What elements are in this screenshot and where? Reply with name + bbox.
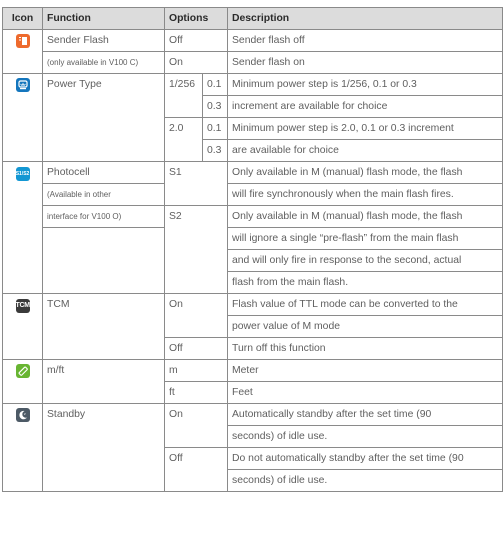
option-cell: 1/256 — [164, 73, 203, 118]
description-cell: flash from the main flash. — [227, 271, 503, 294]
header-function: Function — [42, 7, 165, 30]
tcm-icon: TCM — [15, 299, 31, 313]
option-cell: m — [164, 359, 228, 382]
table-row: (Available in other will fire synchronou… — [3, 183, 503, 206]
function-empty — [42, 227, 165, 294]
function-note: interface for V100 O) — [42, 205, 165, 228]
power-type-icon-cell — [2, 73, 43, 162]
function-tcm: TCM — [42, 293, 165, 360]
function-standby: Standby — [42, 403, 165, 492]
standby-icon-cell: z — [2, 403, 43, 492]
table-row: Sender Flash Off Sender flash off — [2, 29, 503, 74]
option-cell: On — [164, 403, 228, 448]
description-cell: Automatically standby after the set time… — [227, 403, 503, 426]
option-cell: S2 — [164, 205, 228, 294]
header-options: Options — [164, 7, 228, 30]
option-cell: 2.0 — [164, 117, 203, 162]
description-cell: Minimum power step is 2.0, 0.1 or 0.3 in… — [227, 117, 503, 140]
power-type-icon — [15, 78, 30, 92]
description-cell: Feet — [227, 381, 503, 404]
description-cell: Only available in M (manual) flash mode,… — [227, 205, 503, 228]
description-cell: will fire synchronously when the main fl… — [227, 183, 503, 206]
description-cell: Flash value of TTL mode can be converted… — [227, 293, 503, 316]
option-cell: On — [164, 51, 228, 74]
description-cell: Sender flash off — [227, 29, 503, 52]
table-row: TCM TCM On Flash value of TTL mode can b… — [2, 293, 503, 360]
description-cell: will ignore a single “pre-flash” from th… — [227, 227, 503, 250]
table-row: z Standby On Automatically standby after… — [2, 403, 503, 492]
description-cell: seconds) of idle use. — [227, 469, 503, 492]
photocell-icon-cell: S1/S2 — [2, 161, 43, 294]
option-cell: Off — [164, 337, 228, 360]
table-row: interface for V100 O) S2 Only available … — [3, 205, 503, 294]
svg-text:z: z — [24, 412, 26, 416]
sub-option-cell: 0.1 — [202, 73, 228, 96]
description-cell: Do not automatically standby after the s… — [227, 447, 503, 470]
description-cell: and will only fire in response to the se… — [227, 249, 503, 272]
description-cell: Turn off this function — [227, 337, 503, 360]
header-icon: Icon — [2, 7, 43, 30]
table-row: will ignore a single “pre-flash” from th… — [3, 227, 503, 294]
function-photocell: Photocell — [42, 161, 165, 184]
description-cell: Sender flash on — [227, 51, 503, 74]
sender-flash-icon — [15, 34, 30, 48]
sub-option-cell: 0.3 — [202, 139, 228, 162]
function-mft: m/ft — [42, 359, 165, 404]
sender-flash-icon-cell — [2, 29, 43, 74]
ruler-icon — [15, 364, 30, 378]
description-cell: are available for choice — [227, 139, 503, 162]
option-cell: Off — [164, 29, 228, 52]
mft-icon-cell — [2, 359, 43, 404]
function-power-type: Power Type — [42, 73, 165, 162]
option-cell: ft — [164, 381, 228, 404]
table-row: Power Type 1/256 0.1 Minimum power step … — [2, 73, 503, 162]
description-cell: Only available in M (manual) flash mode,… — [227, 161, 503, 184]
manual-page: Icon Function Options Description Sender… — [0, 0, 503, 533]
function-sender-flash: Sender Flash — [42, 29, 165, 52]
table-row: (only available in V100 C) On Sender fla… — [3, 51, 503, 74]
table-row: m/ft m Meter — [2, 359, 503, 404]
photocell-icon: S1/S2 — [15, 167, 30, 181]
description-cell: seconds) of idle use. — [227, 425, 503, 448]
function-table: Icon Function Options Description Sender… — [2, 7, 503, 492]
header-description: Description — [227, 7, 503, 30]
description-cell: Meter — [227, 359, 503, 382]
tcm-icon-text: TCM — [15, 302, 31, 309]
function-note: (Available in other — [42, 183, 165, 206]
tcm-icon-cell: TCM — [2, 293, 43, 360]
option-cell: S1 — [164, 161, 228, 206]
description-cell: power value of M mode — [227, 315, 503, 338]
standby-moon-icon: z — [15, 408, 30, 422]
photocell-icon-text: S1/S2 — [15, 171, 30, 177]
sub-option-cell: 0.3 — [202, 95, 228, 118]
option-cell: On — [164, 293, 228, 338]
table-header: Icon Function Options Description — [2, 7, 503, 30]
option-cell: Off — [164, 447, 228, 492]
function-note: (only available in V100 C) — [42, 51, 165, 74]
sub-option-cell: 0.1 — [202, 117, 228, 140]
description-cell: increment are available for choice — [227, 95, 503, 118]
table-row: S1/S2 Photocell S1 Only available in M (… — [2, 161, 503, 294]
description-cell: Minimum power step is 1/256, 0.1 or 0.3 — [227, 73, 503, 96]
